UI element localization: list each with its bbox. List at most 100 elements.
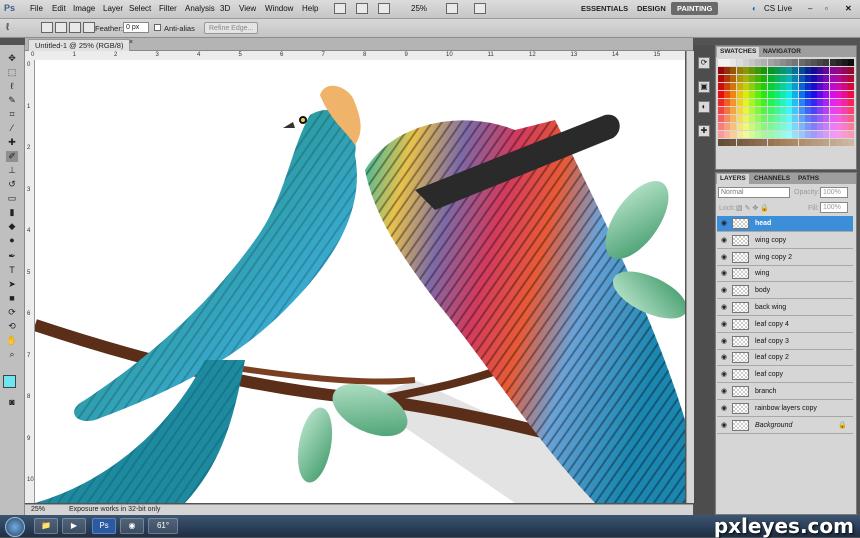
- zoom-tool-icon[interactable]: ⌕: [6, 349, 18, 360]
- view-extras-icon[interactable]: [378, 3, 390, 14]
- color-swatch[interactable]: [755, 131, 762, 138]
- layer-row[interactable]: ◉ leaf copy 4: [717, 316, 853, 333]
- subtract-selection-icon[interactable]: [69, 22, 81, 33]
- color-swatch[interactable]: [724, 131, 731, 138]
- cs-live-menu[interactable]: CS Live: [764, 4, 792, 13]
- color-swatch[interactable]: [780, 75, 786, 82]
- color-swatch[interactable]: [767, 83, 774, 90]
- color-swatch[interactable]: [755, 99, 762, 106]
- color-swatch[interactable]: [742, 123, 749, 130]
- color-swatch[interactable]: [773, 75, 780, 82]
- color-swatch[interactable]: [773, 131, 780, 138]
- color-swatch[interactable]: [811, 115, 817, 122]
- visibility-eye-icon[interactable]: ◉: [720, 304, 728, 311]
- color-swatch[interactable]: [761, 59, 768, 66]
- color-swatch[interactable]: [755, 107, 762, 114]
- visibility-eye-icon[interactable]: ◉: [720, 422, 728, 429]
- color-swatch[interactable]: [780, 123, 786, 130]
- color-swatch[interactable]: [749, 99, 755, 106]
- visibility-eye-icon[interactable]: ◉: [720, 371, 728, 378]
- color-swatch[interactable]: [798, 131, 805, 138]
- color-swatch[interactable]: [755, 59, 762, 66]
- visibility-eye-icon[interactable]: ◉: [720, 220, 728, 227]
- color-swatch[interactable]: [829, 67, 836, 74]
- color-swatch[interactable]: [792, 67, 799, 74]
- color-swatch[interactable]: [804, 131, 811, 138]
- color-swatch[interactable]: [749, 115, 755, 122]
- menu-layer[interactable]: Layer: [103, 4, 123, 13]
- color-swatch[interactable]: [786, 91, 793, 98]
- color-swatch[interactable]: [842, 75, 848, 82]
- color-swatch[interactable]: [718, 75, 724, 82]
- tab-navigator[interactable]: NAVIGATOR: [760, 47, 804, 57]
- color-swatch[interactable]: [761, 99, 768, 106]
- media-player-taskbar-icon[interactable]: ▶: [62, 518, 86, 534]
- color-swatch[interactable]: [755, 115, 762, 122]
- menu-window[interactable]: Window: [265, 4, 293, 13]
- color-swatch[interactable]: [817, 123, 824, 130]
- info-panel-icon[interactable]: ▣: [698, 81, 710, 93]
- weather-taskbar-item[interactable]: 61°: [148, 518, 178, 534]
- quick-select-tool-icon[interactable]: ✎: [6, 95, 18, 106]
- color-swatch[interactable]: [829, 115, 836, 122]
- actions-panel-icon[interactable]: ✚: [698, 125, 710, 137]
- blur-tool-icon[interactable]: ◆: [6, 221, 18, 232]
- status-info[interactable]: Exposure works in 32-bit only: [69, 506, 160, 513]
- crop-tool-icon[interactable]: ⌗: [6, 109, 18, 120]
- color-swatch[interactable]: [811, 75, 817, 82]
- color-swatch[interactable]: [780, 99, 786, 106]
- color-swatch[interactable]: [804, 67, 811, 74]
- color-swatch[interactable]: [848, 67, 855, 74]
- layer-row[interactable]: ◉ body: [717, 283, 853, 300]
- color-swatch[interactable]: [742, 99, 749, 106]
- 3d-rotate-tool-icon[interactable]: ⟳: [6, 307, 18, 318]
- close-icon[interactable]: ✕: [845, 4, 852, 13]
- color-swatch[interactable]: [761, 131, 768, 138]
- path-select-tool-icon[interactable]: ➤: [6, 279, 18, 290]
- color-swatch[interactable]: [835, 123, 842, 130]
- color-swatch[interactable]: [755, 67, 762, 74]
- color-swatch[interactable]: [842, 123, 848, 130]
- color-swatch[interactable]: [773, 59, 780, 66]
- color-swatch[interactable]: [718, 115, 724, 122]
- color-swatch[interactable]: [749, 123, 755, 130]
- color-swatch[interactable]: [804, 139, 811, 146]
- color-swatch[interactable]: [761, 67, 768, 74]
- antialias-checkbox[interactable]: [154, 24, 161, 31]
- color-swatch[interactable]: [848, 131, 855, 138]
- color-swatch[interactable]: [736, 59, 743, 66]
- menu-edit[interactable]: Edit: [52, 4, 66, 13]
- color-swatch[interactable]: [730, 107, 737, 114]
- color-swatch[interactable]: [823, 75, 830, 82]
- color-swatch[interactable]: [742, 91, 749, 98]
- color-swatch[interactable]: [786, 123, 793, 130]
- color-swatch[interactable]: [829, 83, 836, 90]
- color-swatch[interactable]: [736, 83, 743, 90]
- tab-close-icon[interactable]: ×: [129, 39, 133, 46]
- color-swatch[interactable]: [749, 59, 755, 66]
- color-swatch[interactable]: [780, 59, 786, 66]
- color-swatch[interactable]: [786, 83, 793, 90]
- color-swatch[interactable]: [804, 91, 811, 98]
- color-swatch[interactable]: [823, 59, 830, 66]
- color-swatch[interactable]: [817, 139, 824, 146]
- color-swatch[interactable]: [792, 107, 799, 114]
- move-tool-icon[interactable]: ✥: [6, 53, 18, 64]
- color-swatch[interactable]: [736, 139, 743, 146]
- color-swatch[interactable]: [823, 91, 830, 98]
- color-swatch[interactable]: [792, 83, 799, 90]
- visibility-eye-icon[interactable]: ◉: [720, 287, 728, 294]
- color-swatch[interactable]: [767, 123, 774, 130]
- healing-brush-tool-icon[interactable]: ✚: [6, 137, 18, 148]
- eraser-tool-icon[interactable]: ▭: [6, 193, 18, 204]
- color-swatch[interactable]: [749, 107, 755, 114]
- color-swatch[interactable]: [798, 67, 805, 74]
- color-swatch[interactable]: [767, 115, 774, 122]
- layer-row[interactable]: ◉ wing: [717, 266, 853, 283]
- layer-row[interactable]: ◉ wing copy: [717, 232, 853, 249]
- 3d-orbit-tool-icon[interactable]: ⟲: [6, 321, 18, 332]
- brush-tool-icon[interactable]: ✐: [6, 151, 18, 162]
- color-swatch[interactable]: [724, 59, 731, 66]
- color-swatch[interactable]: [718, 139, 724, 146]
- color-swatch[interactable]: [848, 91, 855, 98]
